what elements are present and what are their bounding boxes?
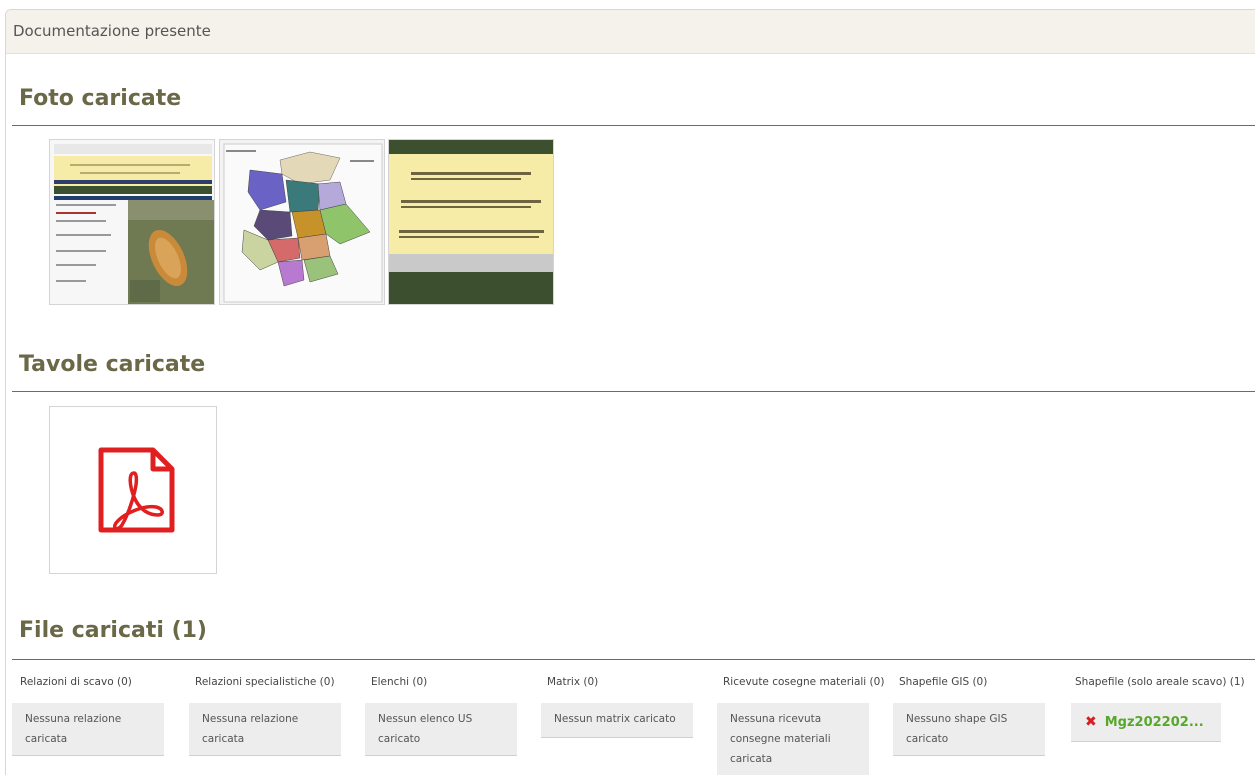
file-column-matrix: Matrix (0) Nessun matrix caricato	[541, 676, 693, 738]
uploaded-file-link[interactable]: Mgz202202...	[1105, 715, 1204, 730]
table-file-pdf[interactable]	[49, 406, 217, 574]
file-column-relazioni-specialistiche: Relazioni specialistiche (0) Nessuna rel…	[189, 676, 341, 756]
file-column-shapefile-areale: Shapefile (solo areale scavo) (1) ✖ Mgz2…	[1071, 676, 1245, 742]
column-title: Elenchi (0)	[371, 676, 428, 688]
empty-message: Nessuna relazione caricata	[12, 703, 164, 756]
column-title: Shapefile (solo areale scavo) (1)	[1075, 676, 1245, 688]
remove-x-icon[interactable]: ✖	[1085, 714, 1097, 730]
column-title: Shapefile GIS (0)	[899, 676, 988, 688]
empty-message: Nessun elenco US caricato	[365, 703, 517, 756]
section-title-photos: Foto caricate	[19, 86, 182, 111]
column-title: Ricevute cosegne materiali (0)	[723, 676, 885, 688]
file-column-ricevute: Ricevute cosegne materiali (0) Nessuna r…	[717, 676, 885, 775]
photo-thumbnail-3[interactable]	[388, 139, 554, 305]
section-divider	[12, 659, 1255, 660]
section-divider	[12, 391, 1255, 392]
column-title: Matrix (0)	[547, 676, 599, 688]
panel-header: Documentazione presente	[6, 10, 1255, 54]
section-title-tables: Tavole caricate	[19, 352, 206, 377]
documentation-panel: Documentazione presente	[5, 9, 1255, 775]
photo-thumbnail-1[interactable]	[49, 139, 215, 305]
empty-message: Nessuna ricevuta consegne materiali cari…	[717, 703, 869, 775]
column-title: Relazioni di scavo (0)	[20, 676, 132, 688]
file-column-relazioni-scavo: Relazioni di scavo (0) Nessuna relazione…	[12, 676, 164, 756]
uploaded-file-chip: ✖ Mgz202202...	[1071, 703, 1221, 742]
photo-thumbnail-2[interactable]	[219, 139, 385, 305]
empty-message: Nessuna relazione caricata	[189, 703, 341, 756]
section-title-files: File caricati (1)	[19, 618, 207, 643]
file-column-shapefile-gis: Shapefile GIS (0) Nessuno shape GIS cari…	[893, 676, 1045, 756]
pdf-icon	[98, 447, 175, 533]
empty-message: Nessuno shape GIS caricato	[893, 703, 1045, 756]
empty-message: Nessun matrix caricato	[541, 703, 693, 738]
section-divider	[12, 125, 1255, 126]
file-column-elenchi: Elenchi (0) Nessun elenco US caricato	[365, 676, 517, 756]
column-title: Relazioni specialistiche (0)	[195, 676, 335, 688]
